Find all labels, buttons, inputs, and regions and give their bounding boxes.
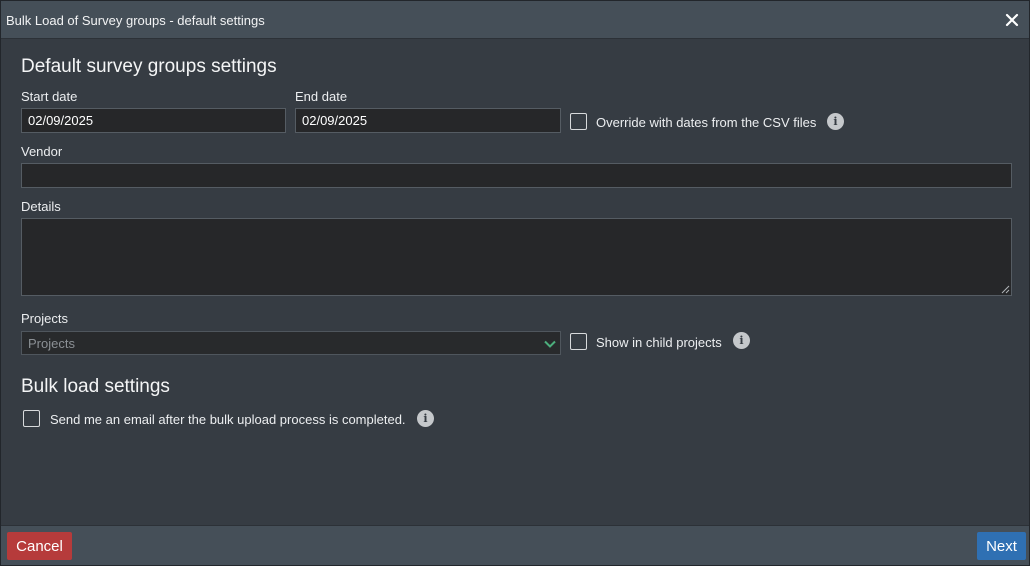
info-icon[interactable]: i	[733, 332, 750, 349]
close-icon[interactable]	[1003, 11, 1021, 29]
details-textarea[interactable]	[21, 218, 1012, 296]
override-dates-checkbox[interactable]	[570, 113, 587, 130]
dialog-title: Bulk Load of Survey groups - default set…	[6, 13, 265, 28]
show-child-projects-checkbox[interactable]	[570, 333, 587, 350]
send-email-checkbox[interactable]	[23, 410, 40, 427]
projects-select[interactable]: Projects	[21, 331, 561, 355]
start-date-label: Start date	[21, 89, 78, 104]
vendor-label: Vendor	[21, 144, 63, 159]
vendor-input[interactable]	[21, 163, 1012, 188]
start-date-input[interactable]	[21, 108, 286, 133]
dialog-footer: Cancel Next	[1, 525, 1029, 565]
info-icon[interactable]: i	[827, 113, 844, 130]
override-dates-label: Override with dates from the CSV files	[596, 115, 817, 130]
bulk-load-dialog: Bulk Load of Survey groups - default set…	[0, 0, 1030, 566]
projects-placeholder: Projects	[28, 336, 75, 351]
end-date-input[interactable]	[295, 108, 561, 133]
send-email-label: Send me an email after the bulk upload p…	[50, 412, 406, 427]
show-child-projects-label: Show in child projects	[596, 335, 722, 350]
chevron-down-icon	[544, 340, 556, 348]
end-date-label: End date	[295, 89, 348, 104]
details-label: Details	[21, 199, 61, 214]
info-icon[interactable]: i	[417, 410, 434, 427]
default-settings-heading: Default survey groups settings	[21, 56, 277, 77]
resize-grip-icon[interactable]	[1001, 285, 1010, 294]
dialog-titlebar: Bulk Load of Survey groups - default set…	[1, 1, 1029, 39]
next-button[interactable]: Next	[977, 532, 1026, 560]
bulk-settings-heading: Bulk load settings	[21, 376, 170, 397]
projects-label: Projects	[21, 311, 68, 326]
cancel-button[interactable]: Cancel	[7, 532, 72, 560]
